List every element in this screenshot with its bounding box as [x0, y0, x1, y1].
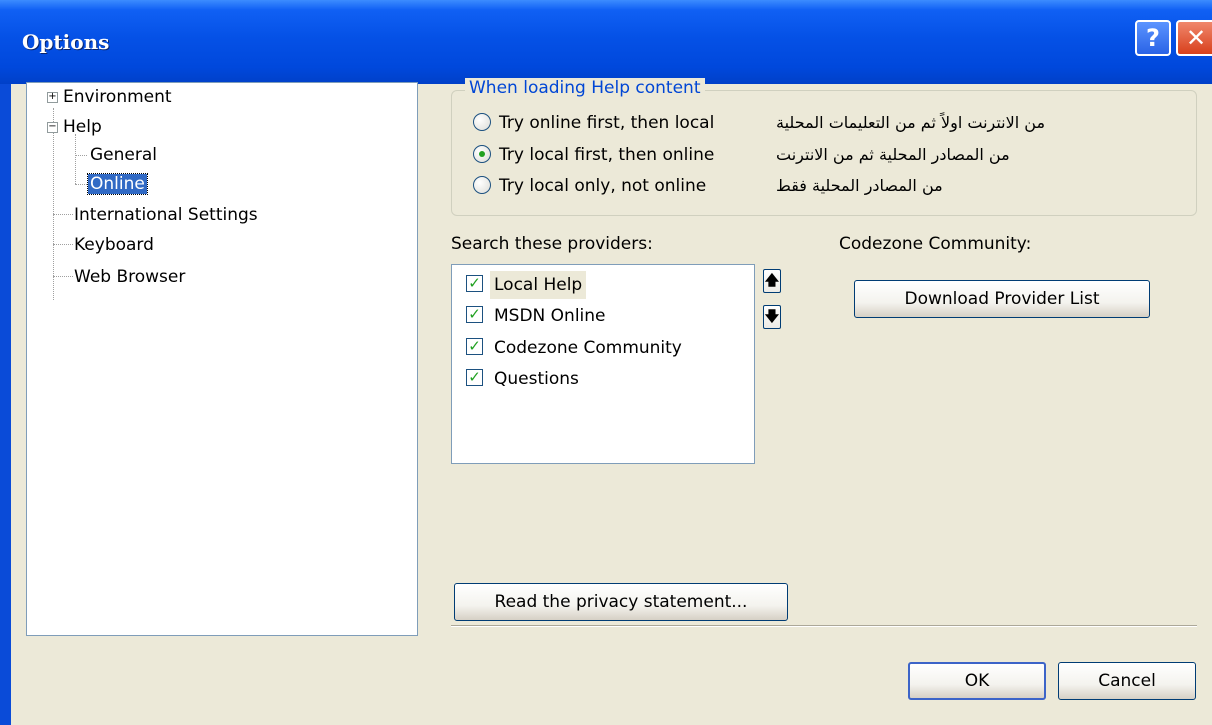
window-left-border — [0, 84, 11, 725]
privacy-statement-button[interactable]: Read the privacy statement... — [454, 583, 788, 621]
tree-item-international-settings[interactable]: International Settings — [74, 201, 258, 229]
ok-button[interactable]: OK — [908, 662, 1046, 700]
tree-line — [53, 108, 54, 300]
radio-label: Try local only, not online — [499, 176, 707, 196]
cancel-button[interactable]: Cancel — [1058, 662, 1196, 700]
tree-item-label: General — [90, 145, 157, 165]
radio-label: Try local first, then online — [499, 145, 715, 165]
radio-button[interactable] — [473, 113, 491, 131]
close-icon: ✕ — [1185, 24, 1207, 52]
help-icon: ? — [1146, 24, 1160, 52]
radio-button[interactable] — [473, 176, 491, 194]
arrow-up-icon: 🡅 — [764, 273, 780, 289]
move-down-button[interactable]: 🡇 — [763, 305, 781, 329]
options-dialog: Options ? ✕ + Environment − Help General… — [0, 0, 1212, 725]
arabic-annotation: من المصادر المحلية فقط — [776, 176, 943, 195]
tree-item-web-browser[interactable]: Web Browser — [74, 263, 185, 291]
checkbox-checked[interactable]: ✓ — [466, 306, 483, 323]
help-button[interactable]: ? — [1135, 20, 1171, 56]
help-content-group-title: When loading Help content — [465, 78, 705, 98]
tree-line — [53, 244, 73, 245]
checkbox-checked[interactable]: ✓ — [466, 275, 483, 292]
provider-label: MSDN Online — [494, 306, 606, 326]
provider-label: Local Help — [490, 271, 587, 299]
title-bar[interactable]: Options ? ✕ — [0, 0, 1212, 84]
tree-line — [53, 214, 73, 215]
providers-list[interactable]: ✓ Local Help ✓ MSDN Online ✓ Codezone Co… — [451, 264, 755, 464]
tree-item-label: Help — [63, 117, 102, 137]
collapse-minus-icon[interactable]: − — [47, 122, 58, 133]
tree-item-online[interactable]: Online — [87, 170, 148, 198]
providers-label: Search these providers: — [451, 234, 653, 254]
tree-item-label-selected: Online — [87, 173, 148, 195]
window-title: Options — [22, 30, 110, 54]
provider-label: Questions — [494, 369, 579, 389]
tree-item-label: International Settings — [74, 205, 258, 225]
radio-label: Try online first, then local — [499, 113, 715, 133]
tree-line — [75, 134, 76, 184]
tree-item-keyboard[interactable]: Keyboard — [74, 231, 154, 259]
move-up-button[interactable]: 🡅 — [763, 269, 781, 293]
tree-line — [75, 155, 87, 156]
arabic-annotation: من المصادر المحلية ثم من الانترنت — [776, 145, 1010, 164]
checkbox-checked[interactable]: ✓ — [466, 338, 483, 355]
tree-item-label: Keyboard — [74, 235, 154, 255]
download-provider-list-button[interactable]: Download Provider List — [854, 280, 1150, 318]
dialog-content: + Environment − Help General Online Inte… — [11, 78, 1212, 725]
arrow-down-icon: 🡇 — [764, 309, 780, 325]
tree-item-label: Web Browser — [74, 267, 186, 287]
tree-line — [75, 184, 87, 185]
options-tree[interactable]: + Environment − Help General Online Inte… — [26, 82, 418, 636]
arabic-annotation: من الانترنت اولاً ثم من التعليمات المحلي… — [776, 113, 1046, 132]
tree-line — [53, 276, 73, 277]
codezone-label: Codezone Community: — [839, 234, 1032, 254]
tree-item-general[interactable]: General — [90, 141, 157, 169]
close-button[interactable]: ✕ — [1176, 20, 1212, 56]
tree-item-label: Environment — [63, 87, 172, 107]
checkbox-checked[interactable]: ✓ — [466, 369, 483, 386]
radio-button-selected[interactable] — [473, 145, 491, 163]
expand-plus-icon[interactable]: + — [47, 92, 58, 103]
provider-label: Codezone Community — [494, 338, 682, 358]
footer-separator — [451, 625, 1197, 627]
